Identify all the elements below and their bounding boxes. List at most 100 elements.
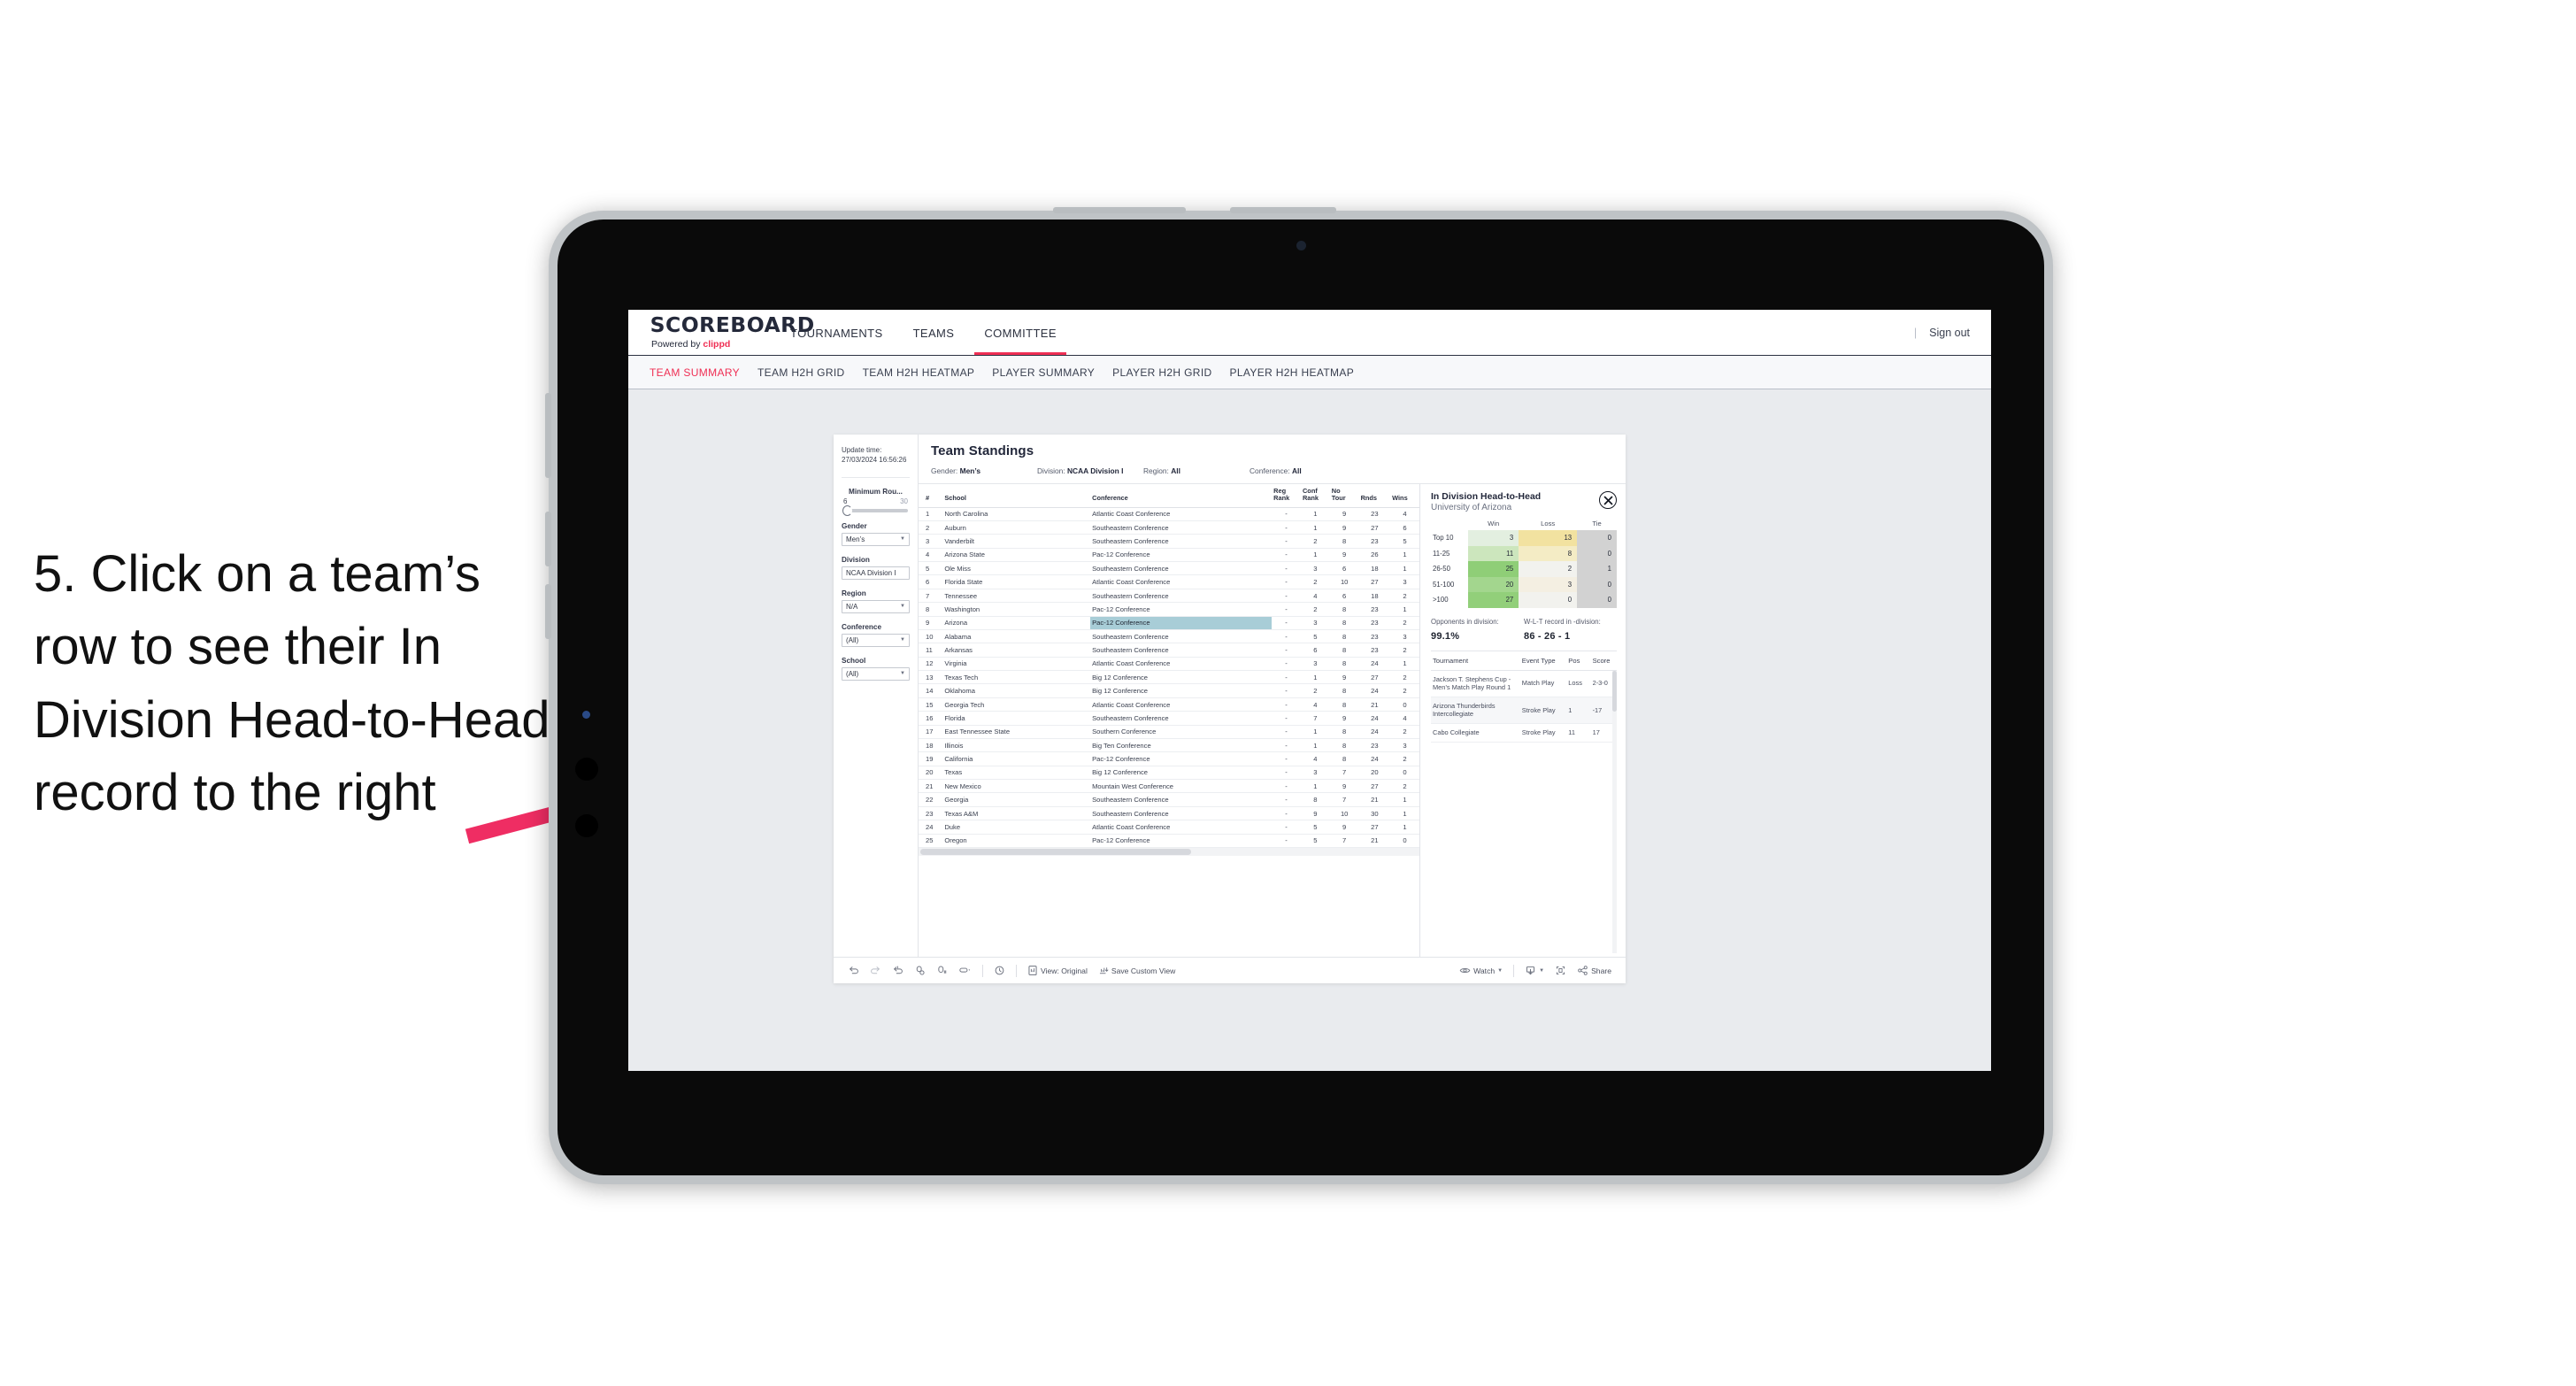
sub-nav-team-h2h-grid[interactable]: TEAM H2H GRID xyxy=(757,366,863,379)
col-rnds[interactable]: Rnds xyxy=(1358,484,1391,508)
table-row[interactable]: 12 Virginia Atlantic Coast Conference -3 8 24… xyxy=(919,657,1419,672)
table-row[interactable]: 18 Illinois Big Ten Conference -1 8 23 3 xyxy=(919,738,1419,753)
table-row[interactable]: 4 Arizona State Pac-12 Conference -1 9 26 1 xyxy=(919,548,1419,563)
table-row[interactable]: 11 Arkansas Southeastern Conference -6 8 23 2 xyxy=(919,643,1419,658)
table-row[interactable]: 25 Oregon Pac-12 Conference -5 7 21 0 xyxy=(919,834,1419,848)
tournament-row[interactable]: Jackson T. Stephens Cup - Men’s Match Pl… xyxy=(1431,670,1617,697)
col-school[interactable]: School xyxy=(942,484,1091,508)
redo-icon[interactable] xyxy=(865,965,887,976)
table-row[interactable]: 2 Auburn Southeastern Conference -1 9 27 6 xyxy=(919,520,1419,535)
view-original-button[interactable]: View: Original xyxy=(1022,965,1093,976)
h2h-cell-win[interactable]: 11 xyxy=(1468,545,1519,561)
cell-rank: 17 xyxy=(919,725,943,739)
table-row[interactable]: 23 Texas A&M Southeastern Conference -9 10 30… xyxy=(919,806,1419,821)
minimum-rounds-slider[interactable] xyxy=(842,504,908,516)
cell-reg-rank: - xyxy=(1272,534,1301,549)
page-title: Team Standings xyxy=(931,443,1034,458)
col-no-tour[interactable]: No Tour xyxy=(1329,484,1359,508)
table-row[interactable]: 3 Vanderbilt Southeastern Conference -2 8 23 5 xyxy=(919,534,1419,549)
slider-handle[interactable] xyxy=(842,504,852,516)
col-conference[interactable]: Conference xyxy=(1090,484,1273,508)
save-custom-view-button[interactable]: Save Custom View xyxy=(1093,965,1180,976)
watch-button[interactable]: Watch ▼ xyxy=(1454,965,1508,976)
table-row[interactable]: 20 Texas Big 12 Conference -3 7 20 0 xyxy=(919,766,1419,781)
table-row[interactable]: 24 Duke Atlantic Coast Conference -5 9 27 1 xyxy=(919,820,1419,835)
highlight-icon[interactable] xyxy=(953,965,977,976)
table-row[interactable]: 21 New Mexico Mountain West Conference -1 9 2… xyxy=(919,779,1419,794)
sub-nav-player-summary[interactable]: PLAYER SUMMARY xyxy=(992,366,1112,379)
table-row[interactable]: 13 Texas Tech Big 12 Conference -1 9 27 2 xyxy=(919,670,1419,685)
tournament-row[interactable]: Arizona Thunderbirds Intercollegiate Stro… xyxy=(1431,697,1617,725)
col-score[interactable]: Score xyxy=(1590,651,1617,671)
fullscreen-button[interactable] xyxy=(1549,965,1572,976)
col-reg-rank[interactable]: Reg Rank xyxy=(1272,484,1301,508)
table-row[interactable]: 7 Tennessee Southeastern Conference -4 6 18 2 xyxy=(919,589,1419,604)
h2h-cell-loss[interactable]: 13 xyxy=(1519,530,1578,546)
h2h-cell-tie[interactable]: 1 xyxy=(1577,561,1617,577)
table-row[interactable]: 14 Oklahoma Big 12 Conference -2 8 24 2 xyxy=(919,683,1419,698)
top-nav-tournaments[interactable]: TOURNAMENTS xyxy=(775,311,898,355)
tournament-vertical-scrollbar[interactable] xyxy=(1612,670,1617,953)
pause-updates-icon[interactable] xyxy=(931,965,953,976)
h2h-cell-win[interactable]: 20 xyxy=(1468,576,1519,592)
table-row[interactable]: 8 Washington Pac-12 Conference -2 8 23 1 xyxy=(919,602,1419,617)
sign-out-link[interactable]: Sign out xyxy=(1929,327,1970,339)
sub-nav-team-h2h-heatmap[interactable]: TEAM H2H HEATMAP xyxy=(863,366,993,379)
h2h-cell-win[interactable]: 3 xyxy=(1468,530,1519,546)
col-rank[interactable]: # xyxy=(919,484,943,508)
tournament-row[interactable]: Cabo Collegiate Stroke Play 11 17 xyxy=(1431,723,1617,743)
revert-icon[interactable] xyxy=(887,965,909,976)
table-row[interactable]: 15 Georgia Tech Atlantic Coast Conference -… xyxy=(919,697,1419,712)
region-select[interactable]: N/A ▼ xyxy=(842,599,910,613)
top-nav-committee[interactable]: COMMITTEE xyxy=(969,311,1072,355)
cell-no-tour: 7 xyxy=(1329,792,1359,807)
h2h-cell-win[interactable]: 27 xyxy=(1468,592,1519,608)
table-row[interactable]: 17 East Tennessee State Southern Conferenc… xyxy=(919,725,1419,739)
h2h-cell-win[interactable]: 25 xyxy=(1468,561,1519,577)
volume-down-button[interactable] xyxy=(545,584,551,639)
table-row[interactable]: 6 Florida State Atlantic Coast Conference -… xyxy=(919,574,1419,589)
undo-icon[interactable] xyxy=(842,965,865,976)
top-nav-teams[interactable]: TEAMS xyxy=(898,311,970,355)
standings-horizontal-scrollbar[interactable] xyxy=(919,847,1419,856)
refresh-data-icon[interactable] xyxy=(909,965,931,976)
table-row[interactable]: 1 North Carolina Atlantic Coast Conference… xyxy=(919,507,1419,521)
meta-division: Division: NCAA Division I xyxy=(1037,466,1143,475)
cell-conference: Southeastern Conference xyxy=(1090,629,1273,644)
col-tournament[interactable]: Tournament xyxy=(1431,651,1520,671)
h2h-cell-loss[interactable]: 8 xyxy=(1519,545,1578,561)
conference-select[interactable]: (All) ▼ xyxy=(842,633,910,647)
table-row[interactable]: 19 California Pac-12 Conference -4 8 24 2 xyxy=(919,751,1419,766)
col-conf-rank[interactable]: Conf Rank xyxy=(1300,484,1330,508)
sub-nav-team-summary[interactable]: TEAM SUMMARY xyxy=(650,366,757,379)
h2h-cell-loss[interactable]: 3 xyxy=(1519,576,1578,592)
scrollbar-thumb[interactable] xyxy=(1612,670,1617,712)
close-icon[interactable] xyxy=(1599,491,1617,509)
h2h-cell-tie[interactable]: 0 xyxy=(1577,592,1617,608)
h2h-cell-tie[interactable]: 0 xyxy=(1577,545,1617,561)
col-pos[interactable]: Pos xyxy=(1566,651,1591,671)
table-row[interactable]: 22 Georgia Southeastern Conference -8 7 21 1 xyxy=(919,792,1419,807)
h2h-cell-tie[interactable]: 0 xyxy=(1577,530,1617,546)
table-row[interactable]: 10 Alabama Southeastern Conference -5 8 23 3 xyxy=(919,629,1419,644)
power-button[interactable] xyxy=(545,393,551,478)
table-row[interactable]: 9 Arizona Pac-12 Conference -3 8 23 2 xyxy=(919,616,1419,630)
table-row[interactable]: 16 Florida Southeastern Conference -7 9 24 4 xyxy=(919,711,1419,726)
school-select[interactable]: (All) ▼ xyxy=(842,666,910,681)
table-row[interactable]: 5 Ole Miss Southeastern Conference -3 6 18 1 xyxy=(919,561,1419,576)
division-select[interactable]: NCAA Division I xyxy=(842,566,910,580)
scrollbar-thumb[interactable] xyxy=(920,848,1191,855)
col-wins[interactable]: Wins xyxy=(1390,484,1419,508)
h2h-cell-tie[interactable]: 0 xyxy=(1577,576,1617,592)
volume-up-button[interactable] xyxy=(545,512,551,566)
h2h-cell-loss[interactable]: 2 xyxy=(1519,561,1578,577)
download-button[interactable]: ▼ xyxy=(1519,965,1549,976)
gender-select[interactable]: Men’s ▼ xyxy=(842,532,910,546)
sub-nav-player-h2h-heatmap[interactable]: PLAYER H2H HEATMAP xyxy=(1230,366,1373,379)
app-logo[interactable]: SCOREBOARD Powered by clippd xyxy=(628,315,815,350)
h2h-cell-loss[interactable]: 0 xyxy=(1519,592,1578,608)
sub-nav-player-h2h-grid[interactable]: PLAYER H2H GRID xyxy=(1112,366,1229,379)
fit-icon[interactable] xyxy=(988,965,1011,976)
share-button[interactable]: Share xyxy=(1572,965,1617,976)
col-event-type[interactable]: Event Type xyxy=(1519,651,1567,671)
